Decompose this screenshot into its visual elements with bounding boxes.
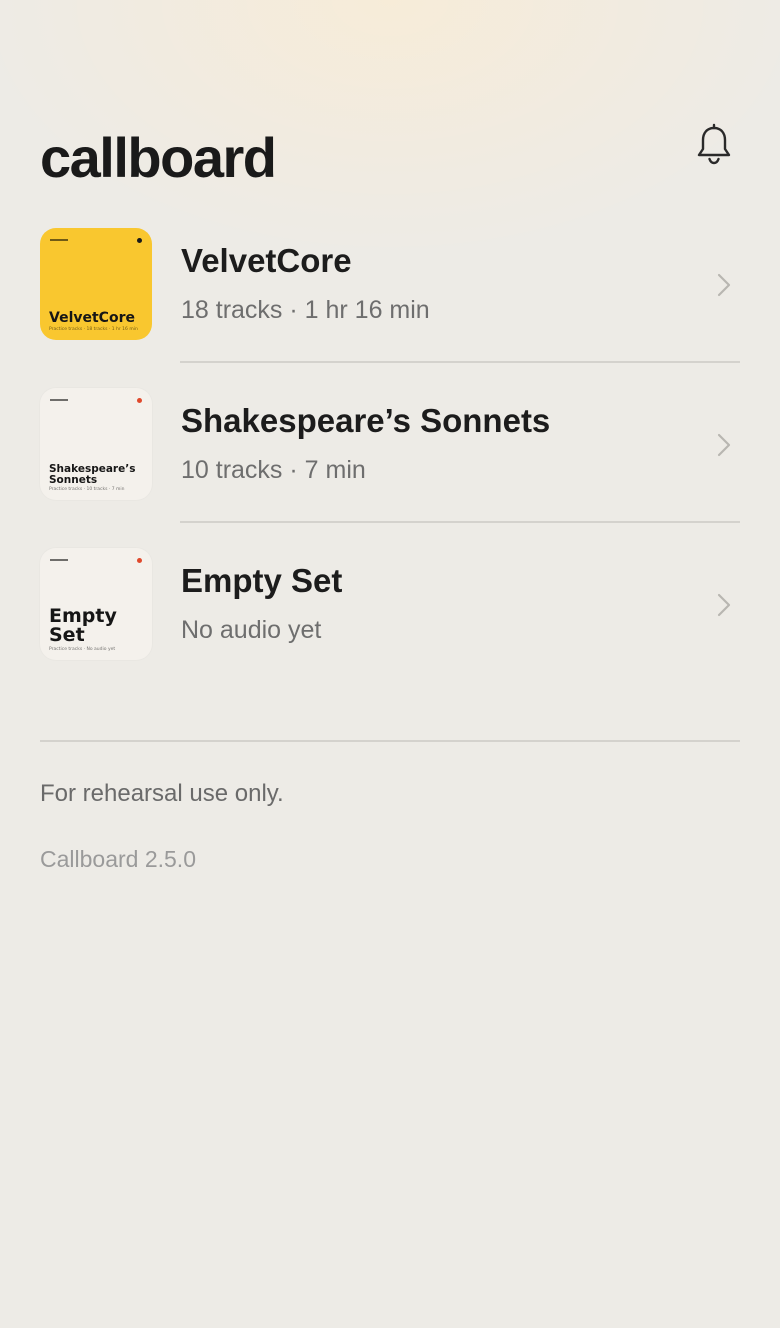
cover-dash — [50, 559, 68, 561]
shows-list: VelvetCore Practice tracks · 18 tracks ·… — [40, 228, 740, 708]
cover-subtitle: Practice tracks · 10 tracks · 7 min — [49, 487, 125, 492]
cover-title: Empty Set — [49, 605, 117, 646]
show-title: Empty Set — [181, 562, 343, 599]
cover-art: Shakespeare’s Sonnets Practice tracks · … — [40, 388, 152, 500]
disclaimer-text: For rehearsal use only. — [40, 780, 284, 807]
show-title: Shakespeare’s Sonnets — [181, 402, 551, 439]
cover-title: Shakespeare’s Sonnets — [49, 463, 136, 486]
cover-art: VelvetCore Practice tracks · 18 tracks ·… — [40, 228, 152, 340]
show-subtitle: No audio yet — [181, 616, 322, 644]
list-item-shakespeares-sonnets[interactable]: Shakespeare’s Sonnets Practice tracks · … — [40, 388, 740, 548]
cover-subtitle: Practice tracks · 18 tracks · 1 hr 16 mi… — [49, 327, 138, 332]
row-divider — [180, 521, 740, 523]
cover-dot — [137, 558, 142, 563]
cover-title: VelvetCore — [49, 310, 135, 326]
show-subtitle: 10 tracks · 7 min — [181, 456, 366, 484]
bell-icon[interactable] — [692, 122, 736, 166]
cover-dash — [50, 399, 68, 401]
app-title: callboard — [40, 126, 277, 189]
chevron-right-icon — [717, 593, 731, 617]
list-item-velvetcore[interactable]: VelvetCore Practice tracks · 18 tracks ·… — [40, 228, 740, 388]
cover-dash — [50, 239, 68, 241]
show-title: VelvetCore — [181, 242, 352, 279]
version-text: Callboard 2.5.0 — [40, 846, 196, 872]
cover-dot — [137, 238, 142, 243]
footer-divider — [40, 740, 740, 742]
cover-art: Empty Set Practice tracks · No audio yet — [40, 548, 152, 660]
show-subtitle: 18 tracks · 1 hr 16 min — [181, 296, 430, 324]
cover-subtitle: Practice tracks · No audio yet — [49, 647, 116, 652]
cover-dot — [137, 398, 142, 403]
chevron-right-icon — [717, 433, 731, 457]
header: callboard — [40, 120, 740, 200]
chevron-right-icon — [717, 273, 731, 297]
row-divider — [180, 361, 740, 363]
list-item-empty-set[interactable]: Empty Set Practice tracks · No audio yet… — [40, 548, 740, 708]
